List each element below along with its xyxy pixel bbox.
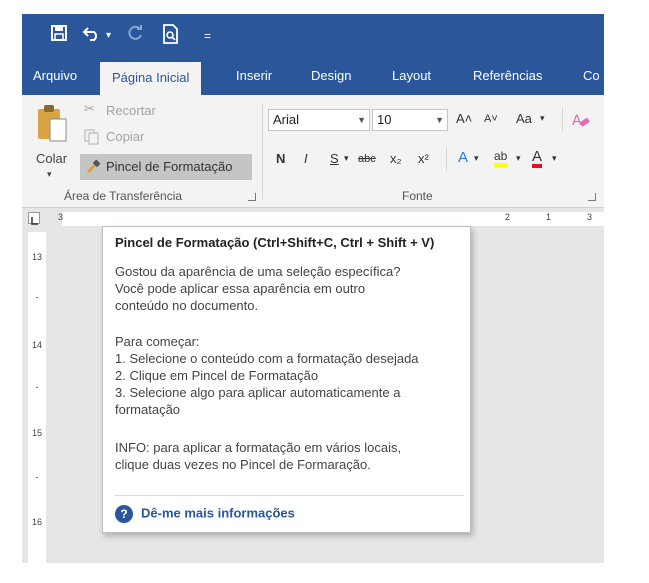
tooltip-info-line: clique duas vezes no Pincel de Formaraçã… [115, 457, 371, 472]
font-family-select[interactable]: Arial ▼ [268, 109, 370, 131]
tab-pagina-inicial[interactable]: Página Inicial [100, 62, 202, 95]
underline-button[interactable]: S [330, 151, 339, 166]
highlight-color-button[interactable]: ab [494, 149, 508, 167]
font-size-value: 10 [377, 112, 392, 127]
more-info-link[interactable]: ? Dê-me mais informações [115, 505, 295, 523]
italic-button[interactable]: I [304, 151, 308, 166]
help-icon: ? [115, 505, 133, 523]
tooltip-step: 2. Clique em Pincel de Formatação [115, 368, 319, 383]
ruler-mark: 15 [31, 428, 42, 438]
group-divider [562, 107, 563, 131]
quick-access-toolbar: ▾ = [22, 14, 604, 58]
tooltip-intro-line: conteúdo no documento. [115, 298, 259, 313]
copy-label: Copiar [106, 129, 145, 144]
format-painter-label: Pincel de Formatação [106, 159, 233, 174]
print-preview-icon[interactable] [162, 24, 180, 49]
paste-dropdown-icon[interactable]: ▾ [47, 169, 52, 180]
clipboard-group-label: Área de Transferência [64, 189, 183, 203]
tooltip-intro-line: Gostou da aparência de uma seleção espec… [115, 264, 401, 279]
subscript-button[interactable]: x₂ [390, 151, 402, 166]
ruler-mark: 3 [58, 212, 64, 222]
font-color-button[interactable]: A [532, 149, 543, 168]
tab-layout[interactable]: Layout [392, 68, 431, 83]
group-divider [262, 103, 263, 199]
ruler-mark: 13 [31, 252, 42, 262]
strikethrough-button[interactable]: abc [358, 153, 376, 165]
superscript-button[interactable]: x² [418, 151, 429, 166]
tooltip-steps-title: Para começar: [115, 334, 200, 349]
tab-inserir[interactable]: Inserir [236, 68, 272, 83]
tab-correspondencias[interactable]: Co [583, 68, 600, 83]
svg-text:A: A [572, 113, 582, 129]
ruler-mark: 3 [587, 212, 593, 222]
copy-button[interactable]: Copiar [84, 127, 204, 147]
tooltip-divider [115, 495, 464, 496]
undo-dropdown-icon[interactable]: ▾ [106, 26, 111, 46]
chevron-down-icon: ▼ [357, 115, 366, 125]
word-window: ▾ = Arquivo Página Inicial Inserir Desig… [22, 14, 604, 563]
tooltip-title: Pincel de Formatação (Ctrl+Shift+C, Ctrl… [115, 235, 435, 250]
ruler-mark: 16 [31, 517, 42, 527]
ruler-mark: - [35, 292, 39, 302]
paste-button[interactable]: Colar ▾ [30, 101, 74, 191]
brush-icon [85, 159, 101, 180]
save-icon[interactable] [50, 24, 68, 47]
home-ribbon: Colar ▾ ✂ Recortar Copiar Pincel de Form… [22, 95, 604, 208]
ruler-mark: - [35, 472, 39, 482]
chevron-down-icon[interactable]: ▾ [516, 153, 521, 164]
tooltip-step: 3. Selecione algo para aplicar automatic… [115, 385, 401, 400]
grow-font-button[interactable]: A˄ [456, 111, 472, 126]
cut-label: Recortar [106, 103, 156, 118]
font-launcher-icon[interactable] [588, 193, 596, 201]
chevron-down-icon[interactable]: ▾ [474, 153, 479, 164]
font-family-value: Arial [273, 112, 300, 127]
paste-icon [36, 103, 68, 148]
cut-button[interactable]: ✂ Recortar [84, 101, 204, 121]
scissors-icon: ✂ [84, 101, 95, 116]
vertical-ruler[interactable]: 13 - 14 - 15 - 16 [28, 232, 46, 563]
chevron-down-icon: ▼ [435, 115, 444, 125]
ruler-mark: - [35, 382, 39, 392]
tooltip-intro-line: Você pode aplicar essa aparência em outr… [115, 281, 366, 296]
copy-icon [84, 129, 100, 150]
shrink-font-button[interactable]: A˅ [484, 113, 498, 125]
bold-button[interactable]: N [276, 151, 285, 166]
more-info-label: Dê-me mais informações [141, 505, 295, 521]
ribbon-tabs: Arquivo Página Inicial Inserir Design La… [22, 58, 604, 95]
tab-arquivo[interactable]: Arquivo [33, 68, 77, 83]
format-painter-tooltip: Pincel de Formatação (Ctrl+Shift+C, Ctrl… [102, 226, 471, 533]
tooltip-step: formatação [115, 402, 181, 417]
chevron-down-icon[interactable]: ▾ [552, 153, 557, 164]
ruler-mark: 14 [31, 340, 42, 350]
paste-label: Colar [36, 151, 68, 166]
font-size-select[interactable]: 10 ▼ [372, 109, 448, 131]
clear-formatting-icon[interactable]: A [572, 111, 590, 134]
ruler-mark: 2 [505, 212, 511, 222]
chevron-down-icon[interactable]: ▾ [540, 113, 545, 124]
horizontal-ruler[interactable]: 3 2 1 3 [58, 212, 604, 226]
format-painter-button[interactable]: Pincel de Formatação [80, 154, 252, 180]
group-divider [446, 147, 447, 171]
tooltip-step: 1. Selecione o conteúdo com a formatação… [115, 351, 419, 366]
customize-qat-icon[interactable]: = [204, 26, 211, 46]
tooltip-info-line: INFO: para aplicar a formatação em vário… [115, 440, 402, 455]
tab-selector-icon[interactable] [28, 212, 40, 225]
chevron-down-icon[interactable]: ▾ [344, 153, 349, 164]
tab-design[interactable]: Design [311, 68, 351, 83]
redo-icon [126, 24, 144, 47]
tab-referencias[interactable]: Referências [473, 68, 542, 83]
font-group-label: Fonte [402, 189, 433, 203]
text-effects-button[interactable]: A [458, 149, 468, 166]
undo-icon[interactable] [82, 24, 102, 47]
ruler-mark: 1 [546, 212, 552, 222]
clipboard-launcher-icon[interactable] [248, 193, 256, 201]
change-case-button[interactable]: Aa [516, 111, 532, 126]
